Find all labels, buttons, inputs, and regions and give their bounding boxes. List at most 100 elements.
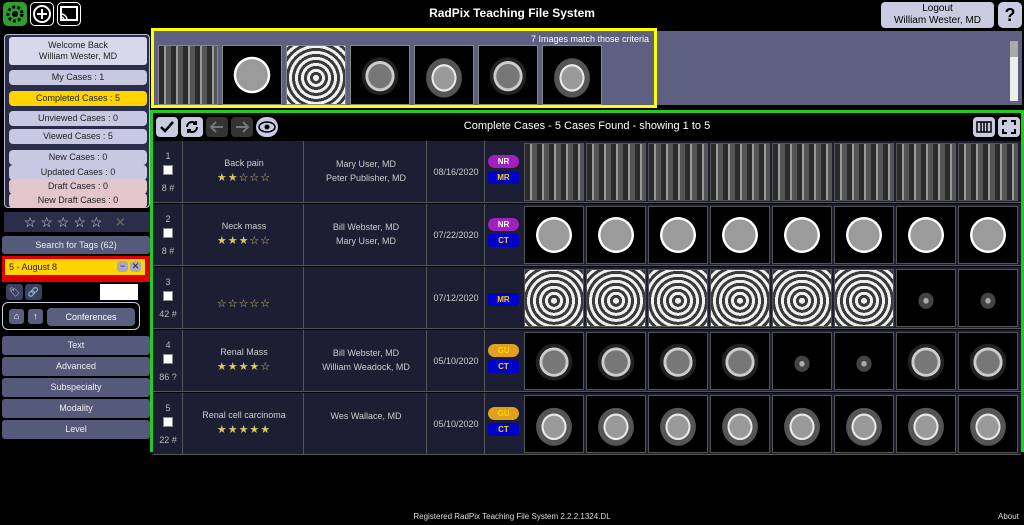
case-image-thumbnail[interactable]: [648, 143, 708, 201]
case-image-thumbnail[interactable]: [524, 395, 584, 453]
tags-cell: GU CT: [486, 330, 523, 392]
case-image-thumbnail[interactable]: [710, 269, 770, 327]
text-filter-button[interactable]: Text: [2, 336, 150, 355]
case-image-thumbnail[interactable]: [896, 269, 956, 327]
case-image-thumbnail[interactable]: [834, 269, 894, 327]
case-image-thumbnail[interactable]: [524, 332, 584, 390]
match-thumbnail[interactable]: [542, 45, 602, 105]
match-thumbnail[interactable]: [350, 45, 410, 105]
advanced-filter-button[interactable]: Advanced: [2, 357, 150, 376]
case-image-thumbnail[interactable]: [772, 206, 832, 264]
row-checkbox[interactable]: [163, 228, 173, 238]
case-title-cell[interactable]: Neck mass ★★★☆☆: [184, 204, 304, 266]
row-checkbox[interactable]: [163, 354, 173, 364]
table-row[interactable]: 3 42 # ☆☆☆☆☆ 07/12/2020 MR: [153, 267, 1021, 329]
table-row[interactable]: 5 22 # Renal cell carcinoma ★★★★★ Wes Wallac…: [153, 393, 1021, 455]
my-cases-button[interactable]: My Cases : 1: [9, 70, 147, 85]
unviewed-cases-button[interactable]: Unviewed Cases : 0: [9, 111, 147, 126]
table-row[interactable]: 4 86 ? Renal Mass ★★★★☆ Bill Webster, MD Will…: [153, 330, 1021, 392]
search-tags-button[interactable]: Search for Tags (62): [2, 236, 150, 254]
case-image-thumbnail[interactable]: [896, 332, 956, 390]
case-image-thumbnail[interactable]: [710, 395, 770, 453]
case-title-cell[interactable]: ☆☆☆☆☆: [184, 267, 304, 329]
level-filter-button[interactable]: Level: [2, 420, 150, 439]
case-image-thumbnail[interactable]: [524, 269, 584, 327]
case-image-thumbnail[interactable]: [648, 395, 708, 453]
case-image-thumbnail[interactable]: [648, 269, 708, 327]
case-image-thumbnail[interactable]: [772, 395, 832, 453]
settings-gear-icon[interactable]: [3, 2, 27, 26]
case-image-thumbnail[interactable]: [648, 206, 708, 264]
case-image-thumbnail[interactable]: [524, 143, 584, 201]
conferences-button[interactable]: Conferences: [47, 308, 135, 326]
case-image-thumbnail[interactable]: [958, 269, 1018, 327]
case-image-thumbnail[interactable]: [586, 269, 646, 327]
tag-icon[interactable]: 🏷: [6, 284, 23, 300]
column-layout-icon[interactable]: [973, 117, 995, 137]
case-image-thumbnail[interactable]: [586, 332, 646, 390]
table-row[interactable]: 2 8 # Neck mass ★★★☆☆ Bill Webster, MD Mary U…: [153, 204, 1021, 266]
case-image-thumbnail[interactable]: [586, 395, 646, 453]
table-row[interactable]: 1 8 # Back pain ★★☆☆☆ Mary User, MD Peter Pub…: [153, 141, 1021, 203]
fullscreen-icon[interactable]: [998, 117, 1020, 137]
case-image-thumbnail[interactable]: [834, 206, 894, 264]
case-image-thumbnail[interactable]: [834, 395, 894, 453]
case-image-thumbnail[interactable]: [772, 143, 832, 201]
case-image-thumbnail[interactable]: [958, 395, 1018, 453]
case-title: Renal cell carcinoma: [202, 410, 286, 420]
case-image-thumbnail[interactable]: [710, 143, 770, 201]
match-thumbnail[interactable]: [222, 45, 282, 105]
tag-input[interactable]: [100, 284, 138, 300]
case-image-thumbnail[interactable]: [958, 206, 1018, 264]
cast-icon[interactable]: [57, 2, 81, 26]
case-image-thumbnail[interactable]: [524, 206, 584, 264]
case-image-thumbnail[interactable]: [834, 332, 894, 390]
case-image-thumbnail[interactable]: [710, 206, 770, 264]
tag-item[interactable]: 5 - August 8 − ✕: [5, 259, 145, 275]
case-image-thumbnail[interactable]: [896, 206, 956, 264]
case-image-thumbnail[interactable]: [586, 206, 646, 264]
home-icon[interactable]: ⌂: [9, 309, 24, 324]
case-image-thumbnail[interactable]: [710, 332, 770, 390]
match-thumbnail[interactable]: [286, 45, 346, 105]
case-title-cell[interactable]: Renal Mass ★★★★☆: [184, 330, 304, 392]
case-image-thumbnail[interactable]: [772, 332, 832, 390]
link-icon[interactable]: 🔗: [25, 284, 42, 300]
case-image-thumbnail[interactable]: [648, 332, 708, 390]
subspecialty-filter-button[interactable]: Subspecialty: [2, 378, 150, 397]
draft-cases-button[interactable]: Draft Cases : 0: [9, 179, 147, 194]
rating-filter[interactable]: ☆☆☆☆☆ ✕: [4, 212, 150, 232]
case-image-thumbnail[interactable]: [958, 143, 1018, 201]
completed-cases-button[interactable]: Completed Cases : 5: [9, 91, 147, 106]
match-thumbnail[interactable]: [478, 45, 538, 105]
match-thumbnail[interactable]: [158, 45, 218, 105]
modality-filter-button[interactable]: Modality: [2, 399, 150, 418]
case-title-cell[interactable]: Renal cell carcinoma ★★★★★: [184, 393, 304, 455]
up-arrow-icon[interactable]: ↑: [28, 309, 43, 324]
match-thumbnail[interactable]: [414, 45, 474, 105]
about-link[interactable]: About: [998, 512, 1019, 521]
close-icon[interactable]: ✕: [130, 261, 141, 272]
new-cases-button[interactable]: New Cases : 0: [9, 150, 147, 165]
case-image-thumbnail[interactable]: [896, 395, 956, 453]
logout-button[interactable]: Logout William Wester, MD: [881, 2, 994, 28]
row-checkbox[interactable]: [163, 291, 173, 301]
row-checkbox[interactable]: [163, 165, 173, 175]
viewed-cases-button[interactable]: Viewed Cases : 5: [9, 129, 147, 144]
case-title-cell[interactable]: Back pain ★★☆☆☆: [184, 141, 304, 203]
help-button[interactable]: ?: [998, 2, 1022, 28]
scrollbar-thumb[interactable]: [1010, 41, 1018, 57]
top-bar: RadPix Teaching File System Logout Willi…: [0, 0, 1024, 28]
collapse-icon[interactable]: −: [117, 261, 128, 272]
case-image-thumbnail[interactable]: [772, 269, 832, 327]
case-image-thumbnail[interactable]: [958, 332, 1018, 390]
case-image-thumbnail[interactable]: [896, 143, 956, 201]
new-draft-cases-button[interactable]: New Draft Cases : 0: [9, 193, 147, 208]
rating-stars[interactable]: ☆☆☆☆☆: [24, 214, 107, 230]
rating-clear-icon[interactable]: ✕: [114, 214, 130, 230]
add-case-icon[interactable]: [30, 2, 54, 26]
updated-cases-button[interactable]: Updated Cases : 0: [9, 165, 147, 180]
case-image-thumbnail[interactable]: [586, 143, 646, 201]
row-checkbox[interactable]: [163, 417, 173, 427]
case-image-thumbnail[interactable]: [834, 143, 894, 201]
